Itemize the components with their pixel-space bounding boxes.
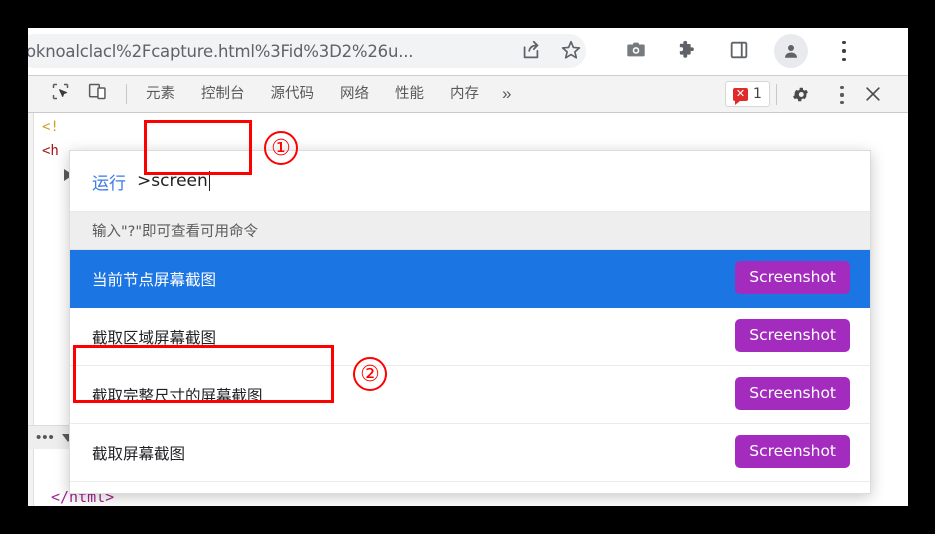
more-tabs-icon[interactable]: » [492,76,521,112]
devtools-panel: 元素 控制台 源代码 网络 性能 内存 » ✕ 1 <! <h </html> … [28,75,908,506]
tab-sources[interactable]: 源代码 [258,76,328,112]
command-tag: Screenshot [735,377,850,410]
list-item[interactable]: 截取屏幕截图 Screenshot [70,424,870,482]
gear-icon[interactable] [791,85,810,109]
chrome-menu-icon[interactable] [834,38,854,64]
menu-dot [840,93,844,97]
error-bubble-icon: ✕ [733,87,748,105]
browser-window: oknoalclacl%2Fcapture.html%3Fid%3D2%26u.… [28,28,908,506]
command-tag: Screenshot [735,261,850,294]
command-label: 截取屏幕截图 [92,444,186,463]
error-count: 1 [753,86,762,102]
menu-dot [840,86,844,90]
menu-dot [842,41,846,45]
command-tag: Screenshot [735,319,850,352]
dom-doctype-line: <! [42,119,59,135]
overflow-dots-icon[interactable]: ••• [36,430,55,445]
list-item[interactable]: 截取完整尺寸的屏幕截图 Screenshot [70,366,870,424]
menu-dot [840,100,844,104]
devtools-menu-icon[interactable] [834,84,850,106]
search-input[interactable]: >screen [137,171,211,191]
list-item[interactable]: 截取区域屏幕截图 Screenshot [70,308,870,366]
command-label: 当前节点屏幕截图 [92,271,217,289]
tab-memory[interactable]: 内存 [437,76,492,112]
tab-performance[interactable]: 性能 [382,76,437,112]
browser-toolbar: oknoalclacl%2Fcapture.html%3Fid%3D2%26u.… [28,28,908,75]
camera-icon[interactable] [625,39,647,66]
menu-dot [842,57,846,61]
run-label: 运行 [92,173,126,194]
command-input-row: 运行 >screen [70,151,870,212]
tab-console[interactable]: 控制台 [188,76,258,112]
toolbar-divider-2 [776,84,777,105]
tab-elements[interactable]: 元素 [133,76,188,112]
error-badge[interactable]: ✕ 1 [725,81,770,107]
command-label: 截取完整尺寸的屏幕截图 [92,386,263,405]
command-hint-row: 输入"?"即可查看可用命令 [70,212,870,250]
command-tag: Screenshot [735,435,850,468]
share-icon[interactable] [520,39,542,66]
tab-network[interactable]: 网络 [327,76,382,112]
star-icon[interactable] [560,39,582,66]
command-hint-text: 输入"?"即可查看可用命令 [92,224,259,240]
text-caret [208,171,211,191]
address-bar[interactable]: oknoalclacl%2Fcapture.html%3Fid%3D2%26u.… [28,34,586,68]
side-panel-icon[interactable] [728,39,750,66]
puzzle-icon[interactable] [676,39,698,66]
device-toolbar-icon[interactable] [87,81,108,107]
screenshot-root: oknoalclacl%2Fcapture.html%3Fid%3D2%26u.… [0,0,935,534]
command-query-text: >screen [137,171,208,191]
menu-dot [842,49,846,53]
dom-html-open-line: <h [42,143,59,159]
toolbar-divider [126,84,127,104]
error-x-mark: ✕ [735,87,746,100]
close-icon[interactable] [863,84,883,109]
devtools-toolbar: 元素 控制台 源代码 网络 性能 内存 » ✕ 1 [28,76,908,113]
command-label: 截取区域屏幕截图 [92,328,217,347]
list-item[interactable]: 当前节点屏幕截图 Screenshot [70,250,870,308]
command-palette: 运行 >screen 输入"?"即可查看可用命令 当前节点屏幕截图 Screen… [69,150,871,494]
avatar[interactable] [774,34,808,68]
url-text: oknoalclacl%2Fcapture.html%3Fid%3D2%26u.… [28,41,414,61]
inspect-element-icon[interactable] [50,81,71,107]
